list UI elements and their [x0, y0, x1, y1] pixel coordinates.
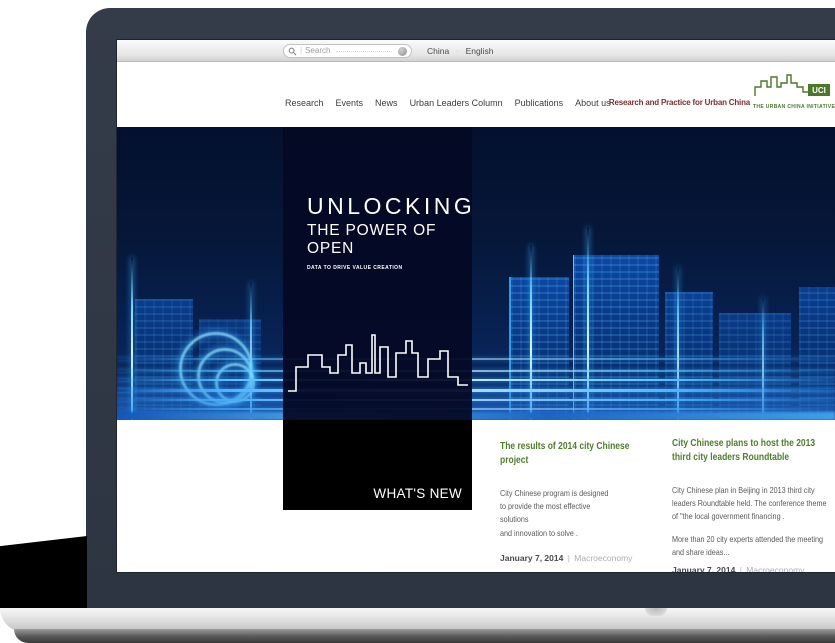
article-body-line: City Chinese plan in Beijing in 2013 thi…: [672, 484, 813, 497]
whats-new-label: WHAT'S NEW: [373, 486, 462, 501]
uci-skyline-icon: UCI: [754, 71, 832, 98]
article-meta: January 7, 2014 | Macroeconomy: [672, 565, 835, 572]
hero-banner: [117, 127, 835, 420]
hero-title-line2: THE POWER OF OPEN: [307, 222, 472, 258]
search-input[interactable]: | Search: [283, 44, 412, 58]
language-switcher: China · English: [427, 46, 493, 56]
article-body-line: leaders Roundtable held. The conference …: [672, 497, 813, 510]
browser-screen: | Search China · English Research Events…: [117, 40, 835, 572]
article-body-line: More than 20 city experts attended the m…: [672, 533, 813, 546]
logo-caption: THE URBAN CHINA INITIATIVE: [753, 104, 833, 110]
nav-item-events[interactable]: Events: [336, 98, 364, 108]
site-tagline: Research and Practice for Urban China: [609, 98, 750, 107]
search-dotted-line: [336, 51, 392, 52]
article-title-link[interactable]: The results of 2014 city Chinese project: [500, 440, 660, 467]
hero-bottom-band: [117, 412, 835, 420]
light-streak-horizontal: [117, 358, 835, 360]
article-excerpt: City Chinese program is designed to prov…: [500, 487, 660, 540]
nav-item-publications[interactable]: Publications: [515, 98, 564, 108]
lang-separator: ·: [456, 48, 458, 55]
article-title-line: The results of 2014 city Chinese: [500, 440, 636, 454]
news-article: City Chinese plans to host the 2013 thir…: [672, 437, 835, 572]
search-icon: [288, 47, 297, 56]
lang-english-link[interactable]: English: [466, 46, 494, 56]
article-category[interactable]: Macroeconomy: [574, 553, 632, 563]
article-meta: January 7, 2014 | Macroeconomy: [500, 553, 660, 563]
svg-text:UCI: UCI: [812, 86, 826, 95]
laptop-shadow: [0, 536, 87, 608]
article-date: January 7, 2014: [500, 553, 563, 563]
article-body-line: to provide the most effective: [500, 500, 636, 513]
article-category[interactable]: Macroeconomy: [746, 565, 804, 572]
nav-item-urban-leaders-column[interactable]: Urban Leaders Column: [410, 98, 503, 108]
meta-separator: |: [738, 565, 744, 572]
laptop-mockup: | Search China · English Research Events…: [0, 0, 835, 643]
article-body-line: City Chinese program is designed: [500, 487, 636, 500]
hero-subtitle: DATA TO DRIVE VALUE CREATION: [307, 265, 472, 271]
article-title-line: third city leaders Roundtable: [672, 451, 813, 465]
article-body-line: solutions: [500, 513, 636, 526]
news-article: The results of 2014 city Chinese project…: [500, 440, 660, 572]
uci-logo[interactable]: UCI THE URBAN CHINA INITIATIVE: [753, 71, 833, 110]
skyline-outline-icon: [288, 333, 468, 408]
article-title-line: City Chinese plans to host the 2013: [672, 437, 813, 451]
hero-title-line1: UNLOCKING: [307, 195, 472, 218]
article-body-line: of "the local government financing .: [672, 510, 813, 523]
whats-new-panel: WHAT'S NEW: [283, 420, 472, 510]
search-placeholder: Search: [305, 47, 330, 55]
article-excerpt: City Chinese plan in Beijing in 2013 thi…: [672, 484, 835, 524]
article-date: January 7, 2014: [672, 565, 735, 572]
nav-item-news[interactable]: News: [375, 98, 398, 108]
laptop-base-edge: [14, 629, 835, 643]
browser-toolbar: | Search China · English: [117, 40, 835, 62]
article-title-line: project: [500, 454, 636, 468]
search-go-button[interactable]: [398, 47, 407, 56]
article-excerpt-2: More than 20 city experts attended the m…: [672, 533, 835, 559]
article-body-line: and share ideas...: [672, 546, 813, 559]
search-divider: |: [300, 47, 302, 55]
nav-item-about-us[interactable]: About us: [575, 98, 611, 108]
nav-item-research[interactable]: Research: [285, 98, 324, 108]
site-header: Research Events News Urban Leaders Colum…: [117, 63, 835, 127]
main-nav: Research Events News Urban Leaders Colum…: [285, 98, 611, 108]
article-title-link[interactable]: City Chinese plans to host the 2013 thir…: [672, 437, 835, 464]
article-body-line: and innovation to solve .: [500, 527, 636, 540]
hero-text-panel: UNLOCKING THE POWER OF OPEN DATA TO DRIV…: [283, 127, 472, 420]
light-streak-horizontal: [117, 370, 835, 372]
lang-china-link[interactable]: China: [427, 46, 449, 56]
meta-separator: |: [566, 553, 572, 563]
